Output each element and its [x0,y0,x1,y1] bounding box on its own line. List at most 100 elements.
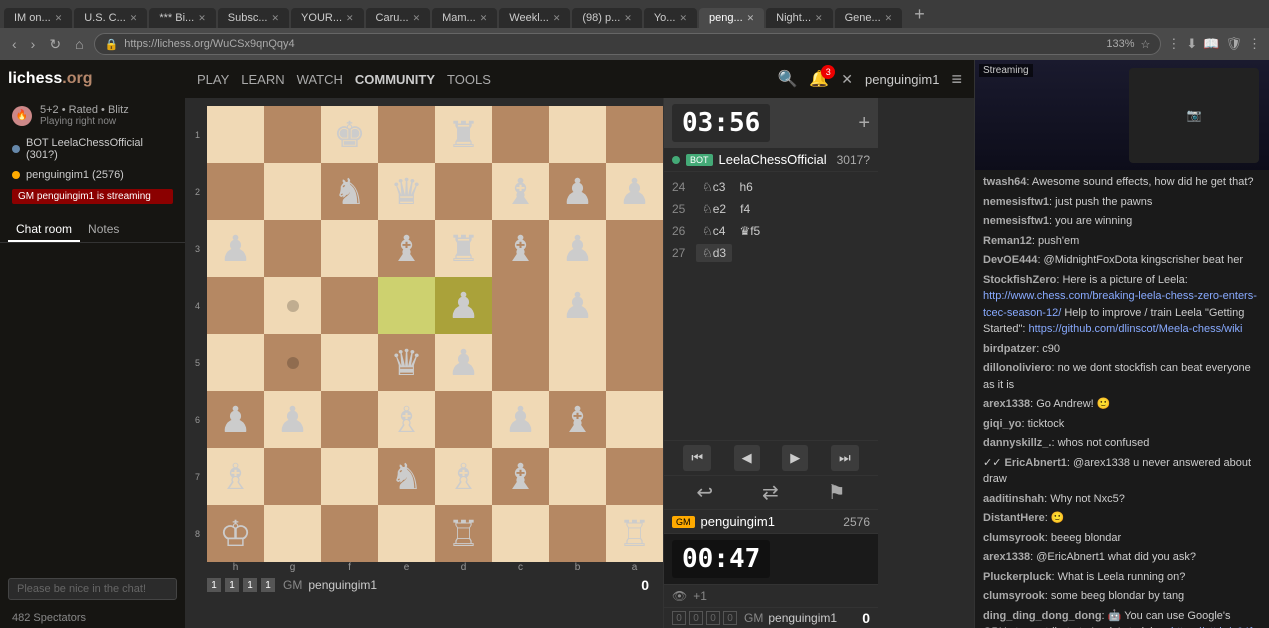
cell-c1[interactable] [492,505,549,562]
move-white-26[interactable]: ♘c4 [696,222,731,240]
cell-d5-highlight[interactable]: ♟ [435,277,492,334]
move-black-25[interactable]: f4 [734,200,756,218]
prev-start-button[interactable]: ⏮ [683,445,711,471]
cell-b7[interactable]: ♟ [549,163,606,220]
cell-e3[interactable]: ♗ [378,391,435,448]
cell-h1[interactable]: ♔ [207,505,264,562]
cell-f2[interactable] [321,448,378,505]
cell-e8[interactable] [378,106,435,163]
address-bar[interactable]: 🔒 https://lichess.org/WuCSx9qnQqy4 133% … [94,33,1162,55]
cell-e2[interactable]: ♞ [378,448,435,505]
cell-h4[interactable] [207,334,264,391]
cell-c2[interactable]: ♝ [492,448,549,505]
prev-button[interactable]: ◀ [734,445,760,471]
cell-a5[interactable] [606,277,663,334]
move-white-25[interactable]: ♘e2 [696,200,732,218]
cell-f1[interactable] [321,505,378,562]
move-white-24[interactable]: ♘c3 [696,178,731,196]
cell-f7[interactable]: ♞ [321,163,378,220]
search-icon[interactable]: 🔍 [777,69,797,89]
new-tab-button[interactable]: + [908,4,931,25]
link-github[interactable]: https://github.com/dlinscot/Meela-chess/… [1028,323,1242,335]
cell-d2[interactable]: ♗ [435,448,492,505]
home-button[interactable]: ⌂ [71,34,87,54]
cell-c5[interactable] [492,277,549,334]
tab-your[interactable]: YOUR...✕ [291,8,364,28]
download-icon[interactable]: ⬇ [1186,36,1197,52]
cell-h7[interactable] [207,163,264,220]
cell-b4[interactable] [549,334,606,391]
tab-yo[interactable]: Yo...✕ [644,8,697,28]
cell-c8[interactable] [492,106,549,163]
cell-e4[interactable]: ♛ [378,334,435,391]
cell-e1[interactable] [378,505,435,562]
cell-a2[interactable] [606,448,663,505]
next-end-button[interactable]: ⏭ [831,445,859,471]
cell-g7[interactable] [264,163,321,220]
cell-c6[interactable]: ♝ [492,220,549,277]
cell-g6[interactable] [264,220,321,277]
tab-bi[interactable]: *** Bi...✕ [149,8,215,28]
shield-icon[interactable]: 🛡 [1225,36,1242,52]
cell-b1[interactable] [549,505,606,562]
cell-a8[interactable] [606,106,663,163]
cell-g1[interactable] [264,505,321,562]
cell-b8[interactable] [549,106,606,163]
cell-g3[interactable]: ♟ [264,391,321,448]
cell-e5-highlight[interactable] [378,277,435,334]
cell-b3[interactable]: ♝ [549,391,606,448]
tab-subs[interactable]: Subsc...✕ [218,8,289,28]
cell-g5[interactable] [264,277,321,334]
cell-a7[interactable]: ♟ [606,163,663,220]
tab-night[interactable]: Night...✕ [766,8,832,28]
tab-im[interactable]: IM on...✕ [4,8,72,28]
cell-b2[interactable] [549,448,606,505]
forward-button[interactable]: › [27,34,40,54]
cell-f3[interactable] [321,391,378,448]
tab-98[interactable]: (98) p...✕ [572,8,641,28]
cell-d7[interactable] [435,163,492,220]
timer-plus-icon[interactable]: + [858,112,870,135]
cell-c4[interactable] [492,334,549,391]
nav-tools[interactable]: TOOLS [447,72,491,87]
cell-a6[interactable] [606,220,663,277]
nav-play[interactable]: PLAY [197,72,229,87]
cell-f5[interactable] [321,277,378,334]
tab-gene[interactable]: Gene...✕ [835,8,903,28]
flag-button[interactable]: ⚑ [828,480,846,505]
tab-peng[interactable]: peng...✕ [699,8,764,28]
nav-watch[interactable]: WATCH [297,72,343,87]
back-button[interactable]: ‹ [8,34,21,54]
tab-week[interactable]: Weekl...✕ [499,8,570,28]
flip-button[interactable]: ⇄ [762,480,779,505]
cell-a4[interactable] [606,334,663,391]
cell-b6[interactable]: ♟ [549,220,606,277]
cell-h6[interactable]: ♟ [207,220,264,277]
move-black-26[interactable]: ♛f5 [733,222,766,240]
nav-community[interactable]: COMMUNITY [355,72,435,87]
cell-g8[interactable] [264,106,321,163]
cell-h3[interactable]: ♟ [207,391,264,448]
cell-e7[interactable]: ♛ [378,163,435,220]
cell-d8[interactable]: ♜ [435,106,492,163]
nav-username[interactable]: penguingim1 [865,72,939,87]
move-white-27[interactable]: ♘d3 [696,244,732,262]
cell-f4[interactable] [321,334,378,391]
hamburger-icon[interactable]: ≡ [951,69,962,90]
cell-d4[interactable]: ♟ [435,334,492,391]
cell-a1[interactable]: ♖ [606,505,663,562]
bookmarks-icon[interactable]: 📖 [1203,36,1219,52]
move-black-24[interactable]: h6 [733,178,758,196]
cell-d1[interactable]: ♖ [435,505,492,562]
cell-d6[interactable]: ♜ [435,220,492,277]
chat-input[interactable]: Please be nice in the chat! [8,578,177,600]
cell-d3[interactable] [435,391,492,448]
cell-c3[interactable]: ♟ [492,391,549,448]
cell-g2[interactable] [264,448,321,505]
cell-h8[interactable] [207,106,264,163]
tab-notes[interactable]: Notes [80,218,127,242]
cell-a3[interactable] [606,391,663,448]
cell-h2[interactable]: ♗ [207,448,264,505]
tab-mam[interactable]: Mam...✕ [432,8,497,28]
tab-caru[interactable]: Caru...✕ [366,8,431,28]
